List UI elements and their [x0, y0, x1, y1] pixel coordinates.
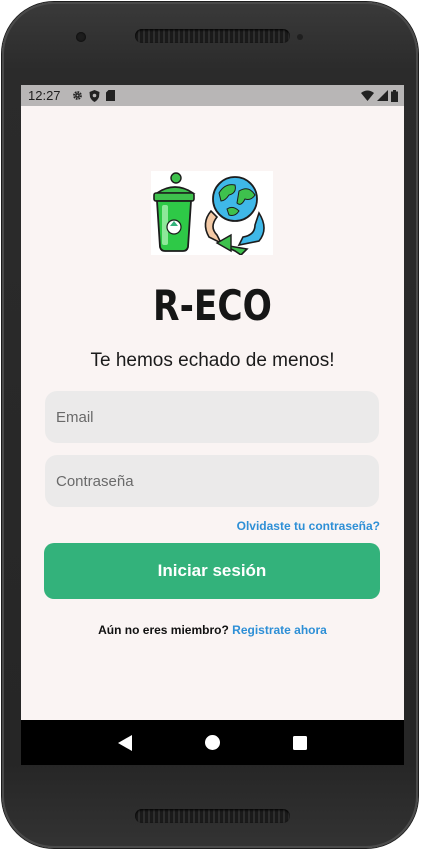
gear-icon [73, 91, 82, 100]
back-icon [117, 734, 132, 751]
screen: 12:27 R-ECO Te hemos echado de menos! Em… [21, 85, 404, 765]
front-camera [76, 32, 86, 42]
email-input[interactable] [45, 391, 379, 443]
register-link[interactable]: Registrate ahora [232, 623, 327, 637]
status-bar: 12:27 [21, 85, 404, 106]
welcome-subtitle: Te hemos echado de menos! [90, 350, 335, 371]
signal-icon [377, 90, 388, 101]
recents-icon [293, 735, 308, 750]
earpiece-speaker [135, 29, 290, 43]
bottom-speaker [135, 809, 290, 823]
recents-button[interactable] [290, 733, 310, 753]
email-field[interactable] [45, 391, 379, 443]
wifi-icon [361, 90, 374, 101]
phone-frame: 12:27 R-ECO Te hemos echado de menos! Em… [2, 2, 418, 848]
battery-icon [391, 89, 398, 102]
home-icon [204, 735, 220, 750]
login-button[interactable]: Iniciar sesión [44, 543, 380, 599]
recycle-logo-icon [151, 171, 273, 255]
status-time: 12:27 [28, 88, 61, 103]
password-field[interactable] [45, 455, 379, 507]
back-button[interactable] [115, 733, 135, 753]
register-question: Aún no eres miembro? [98, 623, 229, 637]
password-input[interactable] [45, 455, 379, 507]
register-row: Aún no eres miembro? Registrate ahora [21, 623, 404, 637]
shield-icon [89, 89, 100, 102]
proximity-sensor [297, 34, 303, 40]
app-title: R-ECO [153, 281, 272, 330]
sd-card-icon [106, 90, 115, 101]
home-button[interactable] [202, 733, 222, 753]
status-icons-left [72, 89, 115, 102]
forgot-password-link[interactable]: Olvidaste tu contraseña? [237, 519, 380, 533]
status-icons-right [361, 89, 398, 102]
navigation-bar [21, 720, 404, 765]
